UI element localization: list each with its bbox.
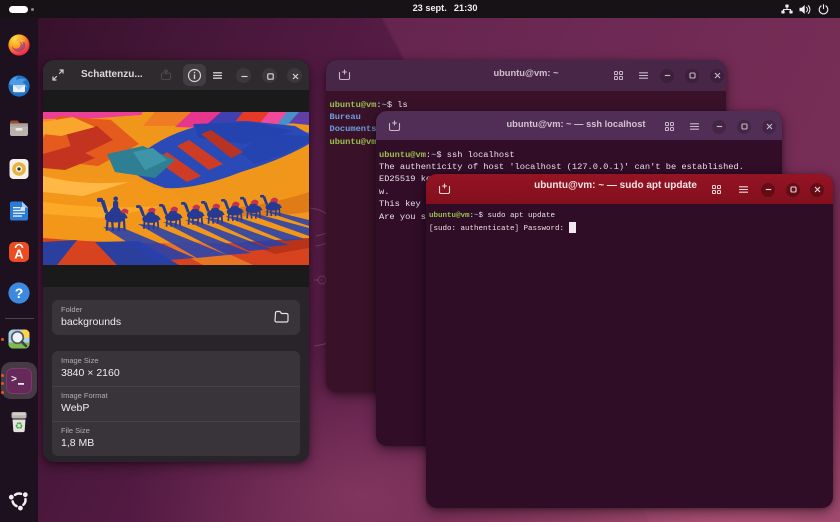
svg-text:>: > <box>11 375 17 386</box>
svg-text:♻: ♻ <box>15 421 24 432</box>
svg-text:A: A <box>14 247 24 262</box>
svg-text:?: ? <box>15 285 24 301</box>
